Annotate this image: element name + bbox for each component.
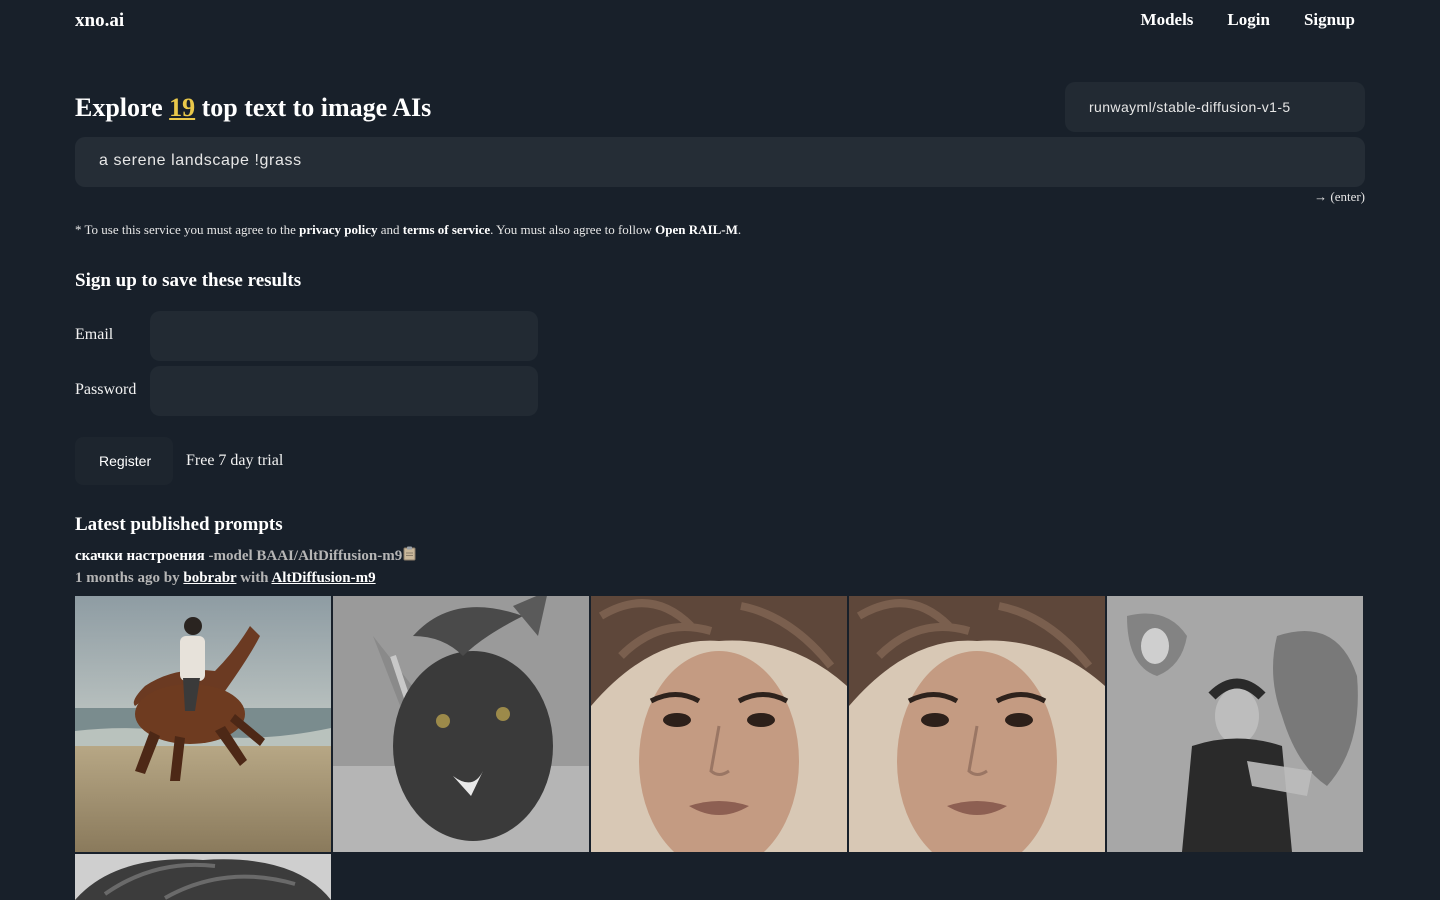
email-label: Email <box>75 326 114 343</box>
password-field[interactable] <box>150 366 538 416</box>
published-prompt: скачки настроения -model BAAI/AltDiffusi… <box>75 546 416 565</box>
grey-creature-image[interactable] <box>333 596 589 852</box>
nav-models-link[interactable]: Models <box>1141 10 1194 30</box>
disclaimer-text: * To use this service you must agree to … <box>75 222 300 237</box>
enter-hint: → (enter) <box>1314 189 1365 204</box>
model-link[interactable]: AltDiffusion-m9 <box>271 570 375 586</box>
meta-text: with <box>236 570 272 586</box>
horse-rider-beach-image[interactable] <box>75 596 331 852</box>
model-select[interactable]: runwayml/stable-diffusion-v1-5 <box>1065 82 1365 132</box>
nav-login-link[interactable]: Login <box>1227 10 1270 30</box>
page-title: Explore 19 top text to image AIs <box>75 93 431 123</box>
bw-surreal-man-image[interactable] <box>1107 596 1363 852</box>
portrait-woman-image-2[interactable] <box>849 596 1105 852</box>
nav-signup-link[interactable]: Signup <box>1304 10 1355 30</box>
clipboard-icon[interactable] <box>403 546 416 561</box>
prompt-age: 1 months ago by <box>75 570 184 586</box>
brand-logo[interactable]: xno.ai <box>75 10 124 32</box>
trial-note: Free 7 day trial <box>186 452 284 469</box>
latest-prompts-title: Latest published prompts <box>75 514 283 535</box>
signup-title: Sign up to save these results <box>75 270 302 291</box>
terms-disclaimer: * To use this service you must agree to … <box>75 222 741 238</box>
prompt-input[interactable]: a serene landscape !grass <box>75 137 1365 187</box>
prompt-model-flag: -model BAAI/AltDiffusion-m9 <box>204 548 403 564</box>
email-field[interactable] <box>150 311 538 361</box>
disclaimer-text: . <box>737 222 742 237</box>
portrait-woman-image-1[interactable] <box>591 596 847 852</box>
title-suffix: top text to image AIs <box>201 93 432 122</box>
top-nav: xno.ai Models Login Signup <box>75 10 1355 32</box>
password-label: Password <box>75 381 137 398</box>
disclaimer-text: . You must also agree to follow <box>490 222 656 237</box>
disclaimer-text: and <box>377 222 403 237</box>
prompt-meta: 1 months ago by bobrabr with AltDiffusio… <box>75 570 376 587</box>
author-link[interactable]: bobrabr <box>183 570 236 586</box>
nav-links: Models Login Signup <box>1141 10 1355 30</box>
privacy-policy-link[interactable]: privacy policy <box>299 222 377 237</box>
hair-closeup-image[interactable] <box>75 854 331 900</box>
license-link[interactable]: Open RAIL-M <box>655 222 738 237</box>
register-button[interactable]: Register <box>75 437 173 485</box>
terms-of-service-link[interactable]: terms of service <box>403 222 490 237</box>
prompt-text: скачки настроения <box>75 548 205 564</box>
model-count-link[interactable]: 19 <box>169 93 195 122</box>
title-prefix: Explore <box>75 93 163 122</box>
